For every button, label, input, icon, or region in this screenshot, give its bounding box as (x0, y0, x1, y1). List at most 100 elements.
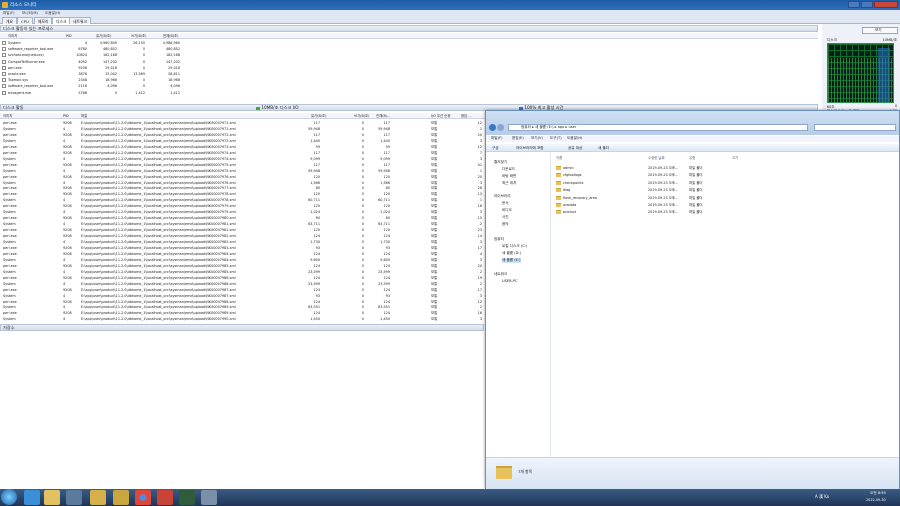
table-row[interactable]: oracle.exe 3876 15,042 13,569 28,611 (0, 71, 818, 77)
row-checkbox[interactable] (2, 41, 6, 45)
new-folder-button[interactable]: 새 폴더 (598, 144, 609, 152)
explorer-taskbar-icon[interactable] (44, 490, 60, 505)
nav-item[interactable]: 문서 (502, 201, 509, 206)
nav-network[interactable]: 네트워크 (494, 272, 507, 277)
file-row[interactable]: cfgtoollogs 2019-09-23 오후... 파일 폴더 (556, 172, 896, 178)
cell: System (8, 41, 21, 45)
nav-item[interactable]: 로컬 디스크 (C:) (502, 244, 527, 249)
col-file[interactable]: 파일 (81, 113, 87, 119)
table-row[interactable]: envagent.exe 5768 0 1,412 1,412 (0, 90, 818, 96)
col-io-priority[interactable]: I/O 우선 순위 (431, 113, 450, 119)
tab-disk[interactable]: 디스크 (52, 17, 71, 24)
file-date: 2019-09-23 오후... (648, 166, 679, 170)
nav-item[interactable]: 비디오 (502, 208, 512, 213)
back-icon[interactable] (489, 124, 496, 131)
disk-graph-title: 디스크 (827, 38, 837, 42)
include-library-button[interactable]: 라이브러리에 포함 (516, 144, 544, 152)
nav-item[interactable]: 다운로드 (502, 167, 515, 172)
organize-button[interactable]: 구성 (492, 144, 499, 152)
table-row[interactable]: software_reporter_tool.exe 2116 4,096 0 4,09… (0, 83, 818, 89)
table-row[interactable]: perl.exe 9208 29,518 0 29,518 (0, 65, 818, 71)
cell: 4,096 (107, 84, 117, 89)
col-response[interactable]: 응답 ... (461, 113, 472, 119)
file-name: diag (563, 188, 571, 193)
tab-network[interactable]: 네트워크 (69, 17, 91, 24)
file-type: 파일 폴더 (689, 173, 703, 178)
col-image[interactable]: 이미지 (3, 113, 12, 119)
tab-memory[interactable]: 메모리 (34, 17, 53, 24)
col-pid[interactable]: PID (66, 33, 72, 39)
file-row[interactable]: admin 2019-09-23 오후... 파일 폴더 (556, 165, 896, 171)
file-row[interactable]: product 2019-09-23 오후... 파일 폴더 (556, 209, 896, 215)
media-icon[interactable] (66, 490, 82, 505)
share-button[interactable]: 공유 대상 (568, 144, 582, 152)
col-total[interactable]: 전체(B/... (376, 113, 390, 119)
table-row[interactable]: System 4 4,960,809 26,150 4,986,960 (0, 40, 818, 46)
view-button[interactable]: 보기 (862, 27, 898, 34)
nav-item[interactable]: 음악 (502, 222, 509, 227)
folder-taskbar-icon[interactable] (90, 490, 106, 505)
nav-libraries[interactable]: 라이브러리 (494, 194, 511, 199)
row-checkbox[interactable] (2, 84, 6, 89)
nav-item[interactable]: 새 볼륨 (D:) (502, 251, 521, 256)
col-read[interactable]: 읽기(B/초) (96, 33, 111, 39)
disk-io-badge-text: 10MB/초 디스크 I/O (261, 105, 299, 110)
maximize-button[interactable] (861, 1, 873, 8)
resource-monitor-taskbar-icon[interactable] (201, 490, 217, 505)
app-taskbar-icon[interactable] (113, 490, 129, 505)
col-write[interactable]: 쓰기(B/초) (354, 113, 369, 119)
forward-icon[interactable] (497, 124, 504, 131)
row-checkbox[interactable] (2, 65, 6, 70)
row-checkbox[interactable] (2, 78, 6, 83)
tab-cpu[interactable]: CPU (17, 17, 33, 24)
clock-time[interactable]: 오전 8:55 (870, 491, 886, 496)
chrome-icon[interactable] (135, 490, 151, 505)
start-button[interactable] (1, 489, 17, 505)
view-button-label: 보기 (875, 28, 882, 32)
table-row[interactable]: Topmon.sys 2348 18,968 0 18,968 (0, 77, 818, 83)
col-image[interactable]: 이미지 (8, 33, 17, 39)
col-total[interactable]: 전체(B/초) (163, 33, 178, 39)
row-checkbox[interactable] (2, 47, 6, 52)
row-checkbox[interactable] (2, 53, 6, 58)
close-button[interactable] (874, 1, 898, 8)
col-read[interactable]: 읽기(B/초) (311, 113, 326, 119)
row-checkbox[interactable] (2, 72, 6, 76)
minimize-button[interactable] (848, 1, 860, 8)
folder-icon (556, 203, 561, 207)
terminal-icon[interactable] (179, 490, 195, 505)
row-checkbox[interactable] (2, 90, 6, 95)
cell: 29,518 (168, 65, 180, 70)
search-input[interactable] (814, 124, 896, 131)
file-type: 파일 폴더 (689, 180, 703, 185)
nav-item[interactable]: 최근 위치 (502, 181, 516, 186)
proc-section-header[interactable]: 디스크 활동이 있는 프로세스 (0, 25, 818, 32)
table-row[interactable]: CompatTelRunner.exe 4052 147,202 0 147,202 (0, 59, 818, 65)
window-title: 리소스 모니터 (10, 3, 37, 8)
file-row[interactable]: diag 2019-09-23 오후... 파일 폴더 (556, 187, 896, 193)
file-row[interactable]: checkpoints 2019-09-23 오후... 파일 폴더 (556, 180, 896, 186)
nav-item[interactable]: 바탕 화면 (502, 174, 516, 179)
storage-section-header[interactable]: 저장소 (0, 324, 484, 331)
col-write[interactable]: 쓰기(B/초) (131, 33, 146, 39)
nav-computer[interactable]: 컴퓨터 (494, 237, 504, 242)
clock-date[interactable]: 2022-09-30 (866, 498, 886, 502)
nav-item[interactable]: USER-PC (502, 279, 518, 283)
table-row[interactable]: software_reporter_tool.exe 6780 480,852 0 48… (0, 46, 818, 52)
file-row[interactable]: oradata 2019-09-23 오후... 파일 폴더 (556, 202, 896, 208)
table-row[interactable]: System 4 E:\app\user\product\11.2.0\dbhome… (0, 316, 485, 322)
file-name: product (563, 210, 577, 215)
address-bar[interactable]: 컴퓨터 ▸ 새 볼륨 (E:) ▸ app ▸ user (508, 124, 808, 131)
nav-item[interactable]: 새 볼륨 (E:) (502, 258, 521, 263)
file-row[interactable]: flash_recovery_area 2019-09-23 오후... 파일 폴더 (556, 195, 896, 201)
nav-favorites[interactable]: 즐겨찾기 (494, 160, 507, 165)
language-indicator[interactable]: A 漢 Ko (815, 494, 829, 500)
row-checkbox[interactable] (2, 59, 6, 64)
tab-overview[interactable]: 개요 (2, 17, 17, 24)
app2-taskbar-icon[interactable] (157, 490, 173, 505)
table-row[interactable]: svchost.exe(netsvcs) 10824 182,168 0 182,168 (0, 52, 818, 58)
col-pid[interactable]: PID (63, 113, 69, 119)
ie-icon[interactable] (24, 490, 40, 505)
nav-item[interactable]: 사진 (502, 215, 509, 220)
file-date: 2019-09-23 오후... (648, 210, 679, 215)
